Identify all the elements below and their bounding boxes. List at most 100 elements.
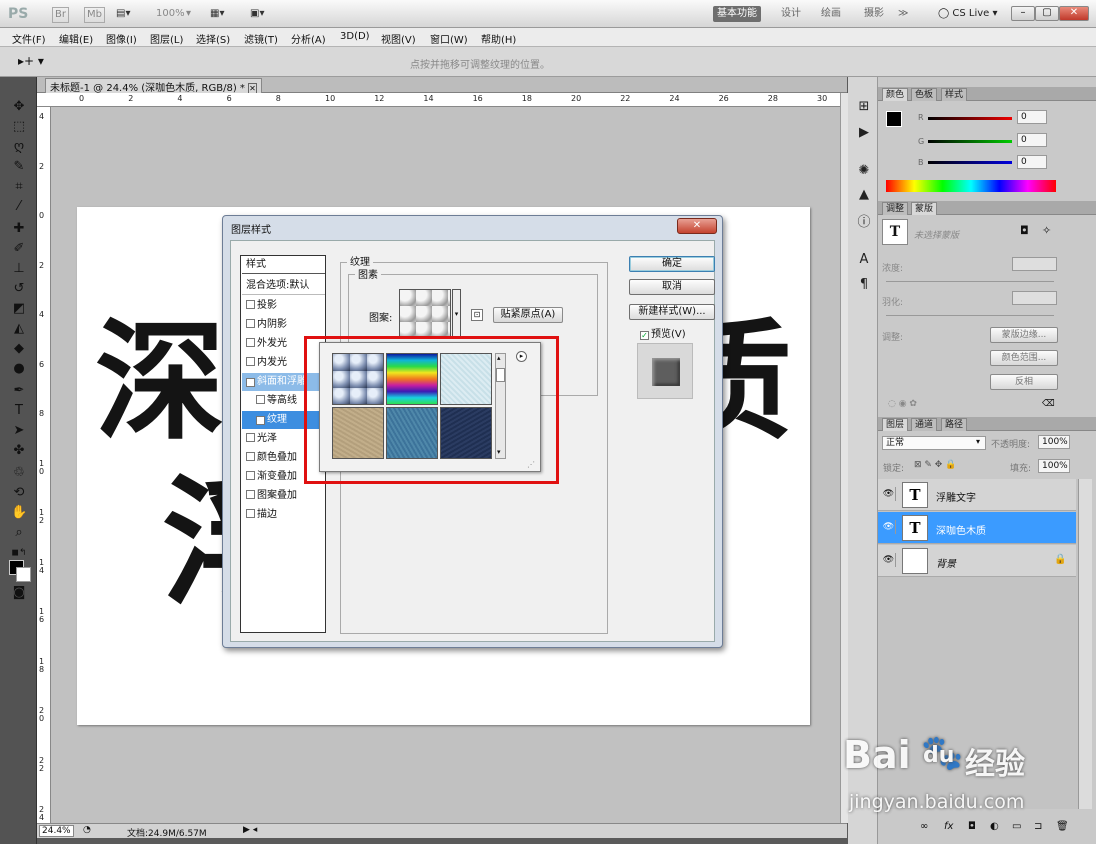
color-range-button[interactable]: 颜色范围... — [990, 350, 1058, 366]
visibility-eye-icon[interactable]: 👁 — [882, 553, 896, 567]
tab-paths[interactable]: 路径 — [941, 418, 968, 431]
style-checkbox[interactable] — [246, 319, 255, 328]
status-info-icon[interactable]: ◔ — [83, 825, 91, 835]
style-checkbox[interactable] — [246, 471, 255, 480]
brush-tool-icon[interactable]: ✐ — [11, 241, 27, 257]
g-slider[interactable] — [928, 140, 1012, 143]
blending-options-item[interactable]: 混合选项:默认 — [242, 277, 325, 295]
pixel-mask-icon[interactable]: ◘ — [1020, 224, 1029, 237]
style-item-pattern-overlay[interactable]: 图案叠加 — [242, 487, 325, 505]
style-checkbox[interactable] — [246, 452, 255, 461]
lasso-tool-icon[interactable]: ღ — [11, 139, 27, 155]
actions-panel-icon[interactable]: ▶ — [856, 125, 872, 141]
styles-header[interactable]: 样式 — [242, 256, 325, 274]
menu-select[interactable]: 选择(S) — [196, 31, 230, 46]
document-tab[interactable]: 未标题-1 @ 24.4% (深咖色木质, RGB/8) * ✕ — [45, 78, 262, 94]
lock-icons[interactable]: ⊠ ✎ ✥ 🔒 — [914, 460, 956, 470]
style-checkbox[interactable] — [246, 509, 255, 518]
mask-edge-button[interactable]: 蒙版边缘... — [990, 327, 1058, 343]
background-color-swatch[interactable] — [16, 567, 31, 582]
layer-row[interactable]: 👁 T 浮雕文字 — [878, 479, 1076, 511]
status-menu-arrow-icon[interactable]: ▶ ◂ — [243, 825, 257, 835]
dialog-close-button[interactable]: ✕ — [677, 218, 717, 234]
style-item-stroke[interactable]: 描边 — [242, 506, 325, 524]
visibility-eye-icon[interactable]: 👁 — [882, 487, 896, 501]
menu-window[interactable]: 窗口(W) — [430, 31, 468, 46]
workspace-painting[interactable]: 绘画 — [817, 6, 845, 22]
clone-source-icon[interactable]: ▲ — [856, 187, 872, 203]
info-panel-icon[interactable]: ⓘ — [856, 215, 872, 231]
tab-styles[interactable]: 样式 — [941, 88, 968, 101]
menu-filter[interactable]: 滤镜(T) — [244, 31, 278, 46]
move-tool-preset-icon[interactable]: ▸+ ▾ — [18, 54, 44, 68]
pattern-preview[interactable] — [399, 289, 451, 339]
workspace-photography[interactable]: 摄影 — [860, 6, 888, 22]
bridge-button[interactable]: Br — [52, 7, 69, 23]
preview-checkbox[interactable]: ✓ 预览(V) — [640, 325, 686, 340]
new-style-button[interactable]: 新建样式(W)... — [629, 304, 715, 320]
opacity-field[interactable]: 100% — [1038, 435, 1070, 449]
dodge-tool-icon[interactable]: ● — [11, 361, 27, 377]
feather-field[interactable] — [1012, 291, 1057, 305]
minimize-button[interactable]: – — [1011, 6, 1035, 21]
status-zoom[interactable]: 24.4% — [39, 825, 74, 837]
feather-slider[interactable] — [886, 315, 1054, 316]
tab-swatches[interactable]: 色板 — [911, 88, 938, 101]
vector-mask-icon[interactable]: ✧ — [1042, 224, 1051, 237]
healing-brush-icon[interactable]: ✚ — [11, 221, 27, 237]
default-colors-icon[interactable]: ◼↰ — [11, 545, 27, 561]
b-value[interactable]: 0 — [1017, 155, 1047, 169]
menu-file[interactable]: 文件(F) — [12, 31, 46, 46]
view-extras-icon[interactable]: ▤▾ — [116, 6, 130, 22]
r-slider[interactable] — [928, 117, 1012, 120]
clone-stamp-icon[interactable]: ⊥ — [11, 261, 27, 277]
eraser-tool-icon[interactable]: ◩ — [11, 301, 27, 317]
zoom-dropdown-icon[interactable]: ▾ — [186, 6, 191, 22]
cancel-button[interactable]: 取消 — [629, 279, 715, 295]
tab-layers[interactable]: 图层 — [882, 418, 909, 431]
canvas-vertical-scrollbar[interactable] — [840, 93, 848, 823]
mask-delete-icon[interactable]: ⌫ — [1042, 399, 1055, 409]
minibridge-button[interactable]: Mb — [84, 7, 105, 23]
density-slider[interactable] — [886, 281, 1054, 282]
quick-select-tool-icon[interactable]: ✎ — [11, 159, 27, 175]
paint-bucket-icon[interactable]: ◭ — [11, 321, 27, 337]
color-ramp[interactable] — [886, 180, 1056, 192]
style-item-drop-shadow[interactable]: 投影 — [242, 297, 325, 315]
path-select-icon[interactable]: ➤ — [11, 423, 27, 439]
history-panel-icon[interactable]: ⊞ — [856, 99, 872, 115]
tab-color[interactable]: 颜色 — [882, 88, 909, 101]
3d-rotate-icon[interactable]: ♲ — [11, 465, 27, 481]
g-value[interactable]: 0 — [1017, 133, 1047, 147]
more-workspaces-button[interactable]: ≫ — [894, 6, 912, 22]
quick-mask-icon[interactable]: ◙ — [11, 585, 27, 601]
tab-masks[interactable]: 蒙版 — [911, 202, 938, 215]
pen-tool-icon[interactable]: ✒ — [11, 383, 27, 399]
close-button[interactable]: ✕ — [1059, 6, 1089, 21]
blend-mode-dropdown-icon[interactable]: ▾ — [976, 437, 980, 446]
pattern-dropdown-icon[interactable]: ▾ — [452, 289, 461, 339]
menu-edit[interactable]: 编辑(E) — [59, 31, 93, 46]
maximize-button[interactable]: ▢ — [1035, 6, 1059, 21]
style-checkbox[interactable]: ✓ — [246, 378, 255, 387]
style-checkbox[interactable] — [246, 357, 255, 366]
arrange-documents-icon[interactable]: ▦▾ — [210, 6, 224, 22]
layer-row[interactable]: 👁 背景 🔒 — [878, 545, 1076, 577]
hand-tool-icon[interactable]: ✋ — [11, 505, 27, 521]
cs-live-button[interactable]: ◯ CS Live ▾ — [934, 6, 1002, 22]
fill-field[interactable]: 100% — [1038, 459, 1070, 473]
marquee-tool-icon[interactable]: ⬚ — [11, 119, 27, 135]
r-value[interactable]: 0 — [1017, 110, 1047, 124]
style-checkbox[interactable] — [246, 300, 255, 309]
layers-scrollbar[interactable] — [1078, 479, 1092, 809]
eyedropper-tool-icon[interactable]: ⁄ — [11, 199, 27, 215]
visibility-eye-icon[interactable]: 👁 — [882, 520, 896, 534]
zoom-level[interactable]: 100% — [156, 6, 185, 22]
delete-layer-icon[interactable]: 🗑 — [1056, 821, 1069, 832]
menu-help[interactable]: 帮助(H) — [481, 31, 516, 46]
style-checkbox[interactable]: ✓ — [256, 416, 265, 425]
ok-button[interactable]: 确定 — [629, 256, 715, 272]
menu-layer[interactable]: 图层(L) — [150, 31, 183, 46]
style-checkbox[interactable] — [246, 433, 255, 442]
style-item-inner-shadow[interactable]: 内阴影 — [242, 316, 325, 334]
